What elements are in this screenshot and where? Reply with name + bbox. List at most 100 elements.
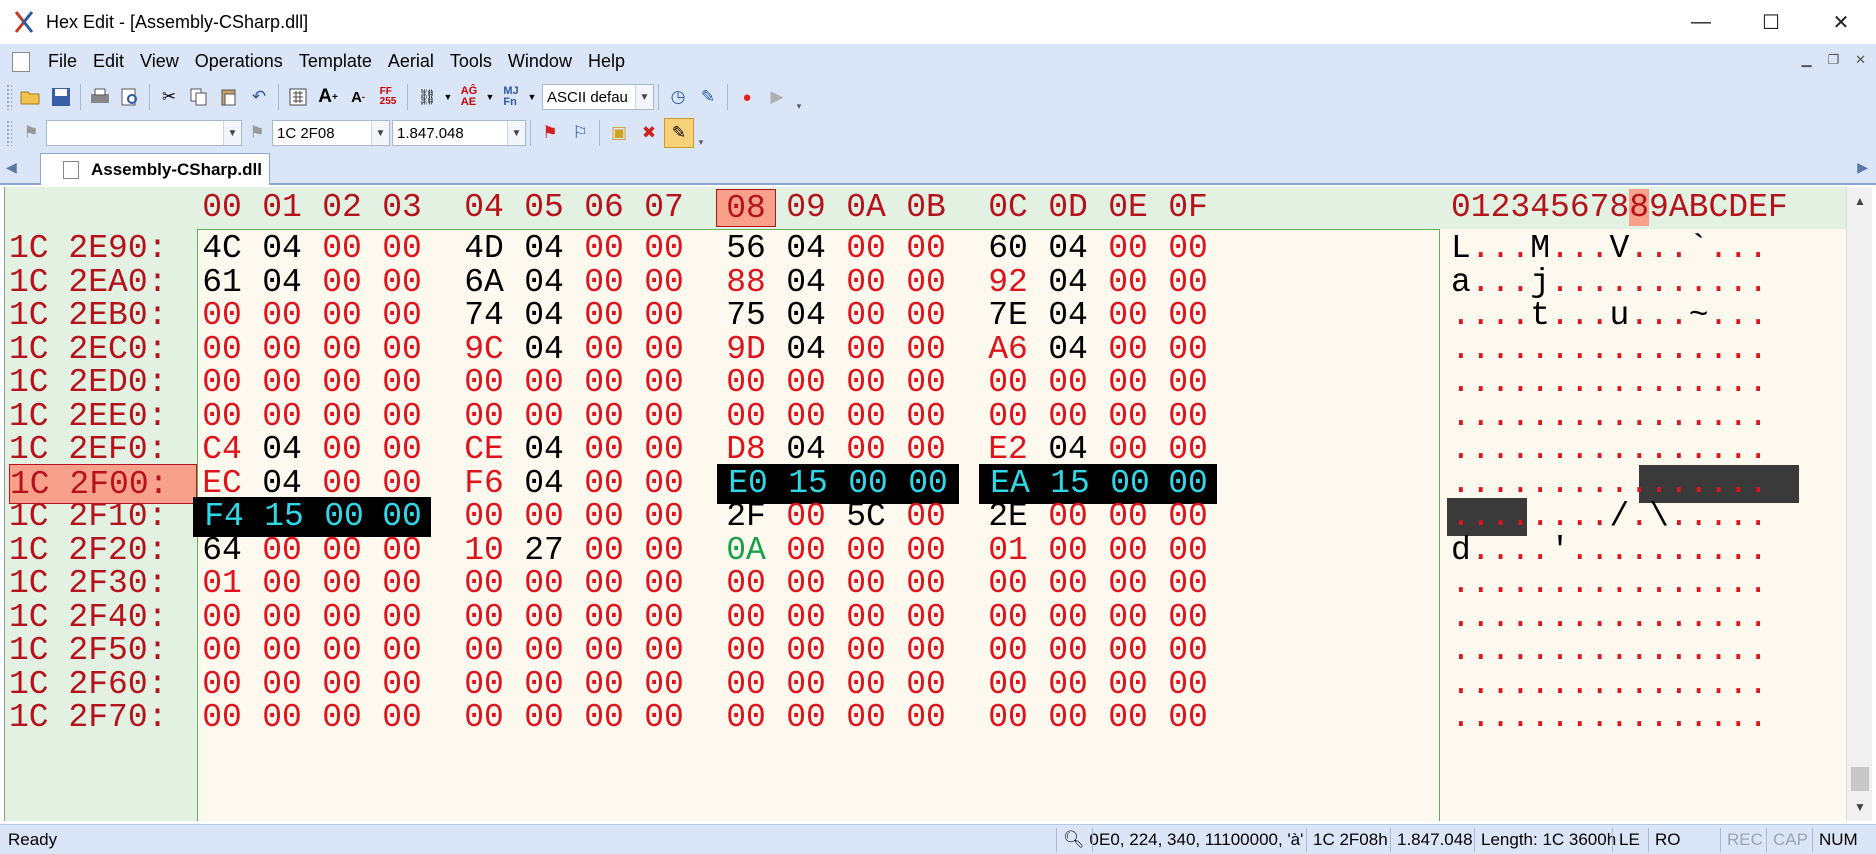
hex-byte[interactable]: 00 [837,698,895,738]
toolbar-options-icon[interactable]: ▾ [792,82,806,112]
char-display-icon[interactable]: FF 255 [373,82,403,112]
menu-file[interactable]: File [40,51,85,72]
toolbar-options-icon[interactable]: ▾ [694,118,708,148]
column-header: 09 [786,189,826,226]
hex-byte[interactable]: 00 [1039,698,1097,738]
hex-byte[interactable]: 00 [193,698,251,738]
hex-byte[interactable]: 00 [373,698,431,738]
hex-byte[interactable]: 00 [1099,698,1157,738]
charset-combo[interactable]: ASCII defau ▼ [542,84,654,110]
column-header: 0B [906,189,946,226]
dropdown-arrow-icon[interactable]: ▼ [484,82,496,112]
menu-aerial[interactable]: Aerial [380,51,442,72]
mdi-minimize-icon[interactable]: ▁ [1801,52,1811,68]
chevron-down-icon[interactable]: ▼ [371,121,389,145]
scroll-down-icon[interactable]: ▼ [1847,795,1873,819]
status-num: NUM [1812,828,1858,852]
hex-byte[interactable]: 00 [897,698,955,738]
hex-byte[interactable]: 00 [635,698,693,738]
hex-byte[interactable]: 00 [515,698,573,738]
menu-window[interactable]: Window [500,51,580,72]
bookmark-icon[interactable]: ⚑ [16,118,46,148]
status-read-only[interactable]: RO [1648,828,1681,852]
chevron-down-icon[interactable]: ▼ [635,85,653,109]
link-icon[interactable]: ⛓ [412,82,442,112]
column-header: 06 [584,189,624,226]
undo-icon[interactable]: ↶ [244,82,274,112]
hex-address-combo[interactable]: 1C 2F08 ▼ [272,120,390,146]
hex-byte[interactable]: 00 [575,698,633,738]
edit-pen-icon[interactable]: ✎ [693,82,723,112]
tab-assembly-csharp[interactable]: Assembly-CSharp.dll [40,153,270,185]
save-icon[interactable] [46,82,76,112]
flag-red-icon[interactable]: ⚑ [535,118,565,148]
scroll-up-icon[interactable]: ▲ [1847,189,1873,213]
vertical-scrollbar[interactable]: ▲ ▼ [1846,187,1872,821]
tab-label: Assembly-CSharp.dll [91,159,262,179]
column-header: 04 [464,189,504,226]
column-header-row: 00 01 02 03 04 05 06 07 08 09 0A 0B 0C 0D 0E 0F 01234567… [5,187,1852,229]
hex-byte[interactable]: 00 [979,698,1037,738]
mdi-restore-icon[interactable]: ❐ [1827,52,1839,68]
bookmark-list-icon[interactable]: ▣ [604,118,634,148]
dropdown-arrow-icon[interactable]: ▼ [442,82,454,112]
record-macro-icon[interactable]: ● [732,82,762,112]
font-increase-icon[interactable]: A + [313,82,343,112]
menu-operations[interactable]: Operations [187,51,291,72]
mj-convert-icon[interactable]: MJ Fn [496,82,526,112]
close-button[interactable]: ✕ [1806,0,1876,44]
hex-byte[interactable]: 00 [717,698,775,738]
highlight-icon[interactable]: ✎ [664,118,694,148]
ascii-text[interactable]: ................ [1451,698,1768,738]
font-decrease-icon[interactable]: A- [343,82,373,112]
open-icon[interactable] [16,82,46,112]
flag-goto-icon[interactable]: ⚐ [565,118,595,148]
hex-byte[interactable]: 00 [253,698,311,738]
tab-scroll-left-icon[interactable]: ◀ [6,159,17,176]
copy-icon[interactable] [184,82,214,112]
play-macro-icon[interactable]: ▶ [762,82,792,112]
menu-tools[interactable]: Tools [442,51,500,72]
document-tab-bar: ◀ Assembly-CSharp.dll ▶ [0,151,1876,185]
clock-icon[interactable]: ◷ [663,82,693,112]
menu-bar: File Edit View Operations Template Aeria… [0,44,1876,79]
mdi-close-icon[interactable]: ✕ [1855,52,1866,68]
tab-scroll-right-icon[interactable]: ▶ [1857,159,1868,176]
print-icon[interactable] [85,82,115,112]
toolbar-grip[interactable] [6,120,12,146]
hex-view[interactable]: 00 01 02 03 04 05 06 07 08 09 0A 0B 0C 0D 0E 0F 01234567… [4,187,1852,821]
decimal-address-combo[interactable]: 1.847.048 ▼ [392,120,526,146]
menu-template[interactable]: Template [291,51,380,72]
status-endian[interactable]: LE [1612,828,1640,852]
hex-byte[interactable]: 00 [313,698,371,738]
menu-help[interactable]: Help [580,51,633,72]
bookmark-combo[interactable]: ▼ [46,120,242,146]
hex-edit-app-icon[interactable] [12,10,36,34]
maximize-button[interactable]: ☐ [1736,0,1806,44]
clear-bookmarks-icon[interactable]: ✖ [634,118,664,148]
calculator-icon[interactable] [283,82,313,112]
chevron-down-icon[interactable]: ▼ [507,121,525,145]
ascii-column-header: 01234567889ABCDEF [1451,189,1788,227]
print-preview-icon[interactable] [115,82,145,112]
search-icon: 🔍︎ [1063,830,1085,849]
case-convert-icon[interactable]: AĜ AE [454,82,484,112]
hex-byte[interactable]: 00 [777,698,835,738]
dropdown-arrow-icon[interactable]: ▼ [526,82,538,112]
menu-view[interactable]: View [132,51,187,72]
paste-icon[interactable] [214,82,244,112]
scroll-thumb[interactable] [1851,767,1869,791]
title-bar: Hex Edit - [Assembly-CSharp.dll] — ☐ ✕ [0,0,1876,44]
hex-byte[interactable]: 00 [455,698,513,738]
menu-edit[interactable]: Edit [85,51,132,72]
hex-byte[interactable]: 00 [1159,698,1217,738]
separator [599,120,600,146]
cut-icon[interactable]: ✂ [154,82,184,112]
status-decimal-address: 1.847.048 [1390,828,1473,852]
status-ready: Ready [8,830,58,849]
toolbar-grip[interactable] [6,84,12,110]
minimize-button[interactable]: — [1666,0,1736,44]
document-icon[interactable] [12,51,30,72]
chevron-down-icon[interactable]: ▼ [223,121,241,145]
goto-address-icon[interactable]: ⚑ [242,118,272,148]
